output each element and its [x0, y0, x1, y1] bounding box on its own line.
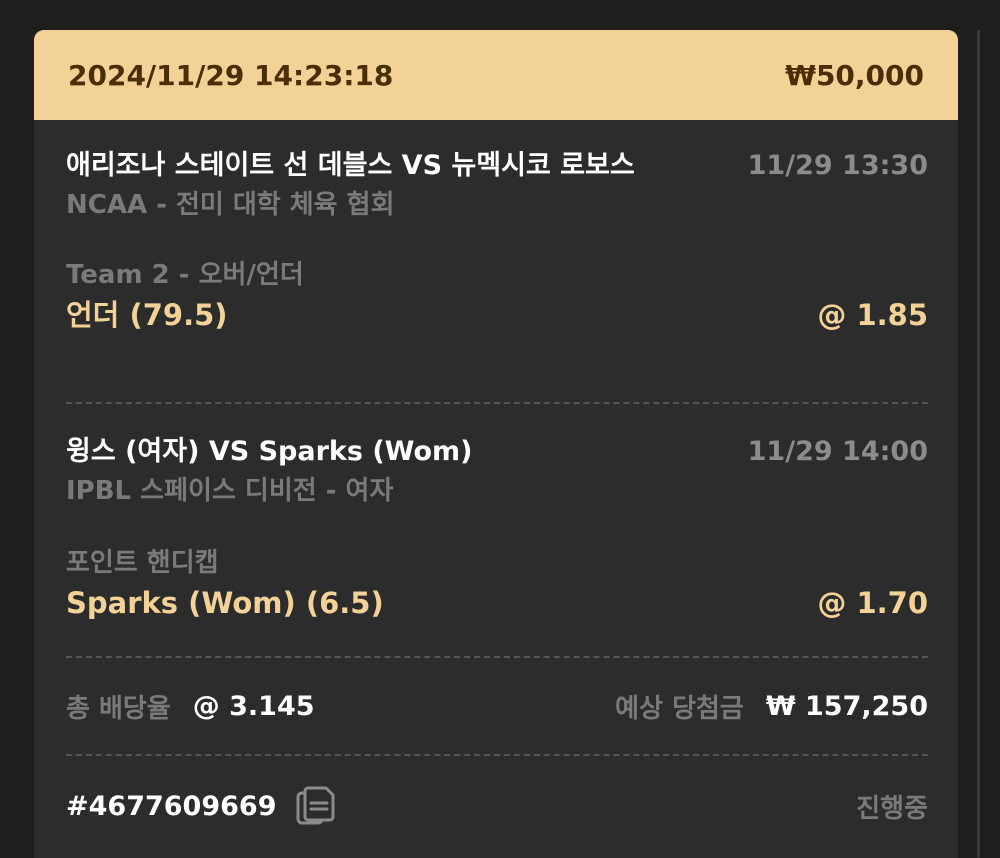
match-header: 애리조나 스테이트 선 데블스 VS 뉴멕시코 로보스 11/29 13:30	[66, 146, 928, 185]
bet-slip-page: 2024/11/29 14:23:18 ₩50,000 애리조나 스테이트 선 …	[0, 0, 1000, 858]
expected-win-label: 예상 당첨금	[615, 693, 744, 724]
bet-odds: @ 1.70	[817, 586, 928, 620]
total-odds: 총 배당율 @ 3.145	[66, 688, 315, 725]
bet-market: Team 2 - 오버/언더	[66, 260, 304, 290]
copy-icon-graphic	[296, 786, 334, 825]
scrollbar[interactable]	[977, 30, 980, 858]
bet-footer: #4677609669 진행중	[66, 756, 928, 856]
match-item: 애리조나 스테이트 선 데블스 VS 뉴멕시코 로보스 11/29 13:30 …	[66, 120, 928, 402]
bet-status: 진행중	[856, 793, 928, 824]
match-item: 윙스 (여자) VS Sparks (Wom) 11/29 14:00 IPBL…	[66, 404, 928, 656]
total-odds-label: 총 배당율	[66, 693, 171, 724]
bet-datetime: 2024/11/29 14:23:18	[68, 58, 394, 92]
match-teams: 윙스 (여자) VS Sparks (Wom)	[66, 436, 473, 467]
match-time: 11/29 13:30	[747, 150, 928, 181]
bet-pick: 언더 (79.5)	[66, 298, 228, 332]
match-time: 11/29 14:00	[747, 436, 928, 467]
bet-stake-amount: ₩50,000	[785, 58, 924, 92]
pick-row: 언더 (79.5) @ 1.85	[66, 295, 928, 335]
match-teams: 애리조나 스테이트 선 데블스 VS 뉴멕시코 로보스	[66, 150, 635, 181]
match-league: IPBL 스페이스 디비전 - 여자	[66, 476, 394, 506]
pick-row: Sparks (Wom) (6.5) @ 1.70	[66, 583, 928, 623]
bet-market: 포인트 핸디캡	[66, 548, 219, 578]
expected-winnings: 예상 당첨금 ₩ 157,250	[615, 688, 928, 725]
bet-id-group: #4677609669	[66, 784, 337, 828]
bet-pick: Sparks (Wom) (6.5)	[66, 586, 384, 620]
match-header: 윙스 (여자) VS Sparks (Wom) 11/29 14:00	[66, 432, 928, 471]
copy-icon[interactable]	[295, 784, 337, 828]
bet-slip-card[interactable]: 2024/11/29 14:23:18 ₩50,000 애리조나 스테이트 선 …	[34, 30, 958, 858]
bet-summary: 총 배당율 @ 3.145 예상 당첨금 ₩ 157,250	[66, 658, 928, 754]
match-league: NCAA - 전미 대학 체육 협회	[66, 190, 395, 220]
bet-odds: @ 1.85	[817, 298, 928, 332]
total-odds-value: @ 3.145	[192, 690, 315, 722]
bet-id: #4677609669	[66, 790, 277, 822]
expected-win-value: ₩ 157,250	[765, 690, 928, 722]
bet-slip-body: 애리조나 스테이트 선 데블스 VS 뉴멕시코 로보스 11/29 13:30 …	[34, 120, 958, 856]
bet-slip-header: 2024/11/29 14:23:18 ₩50,000	[34, 30, 958, 120]
